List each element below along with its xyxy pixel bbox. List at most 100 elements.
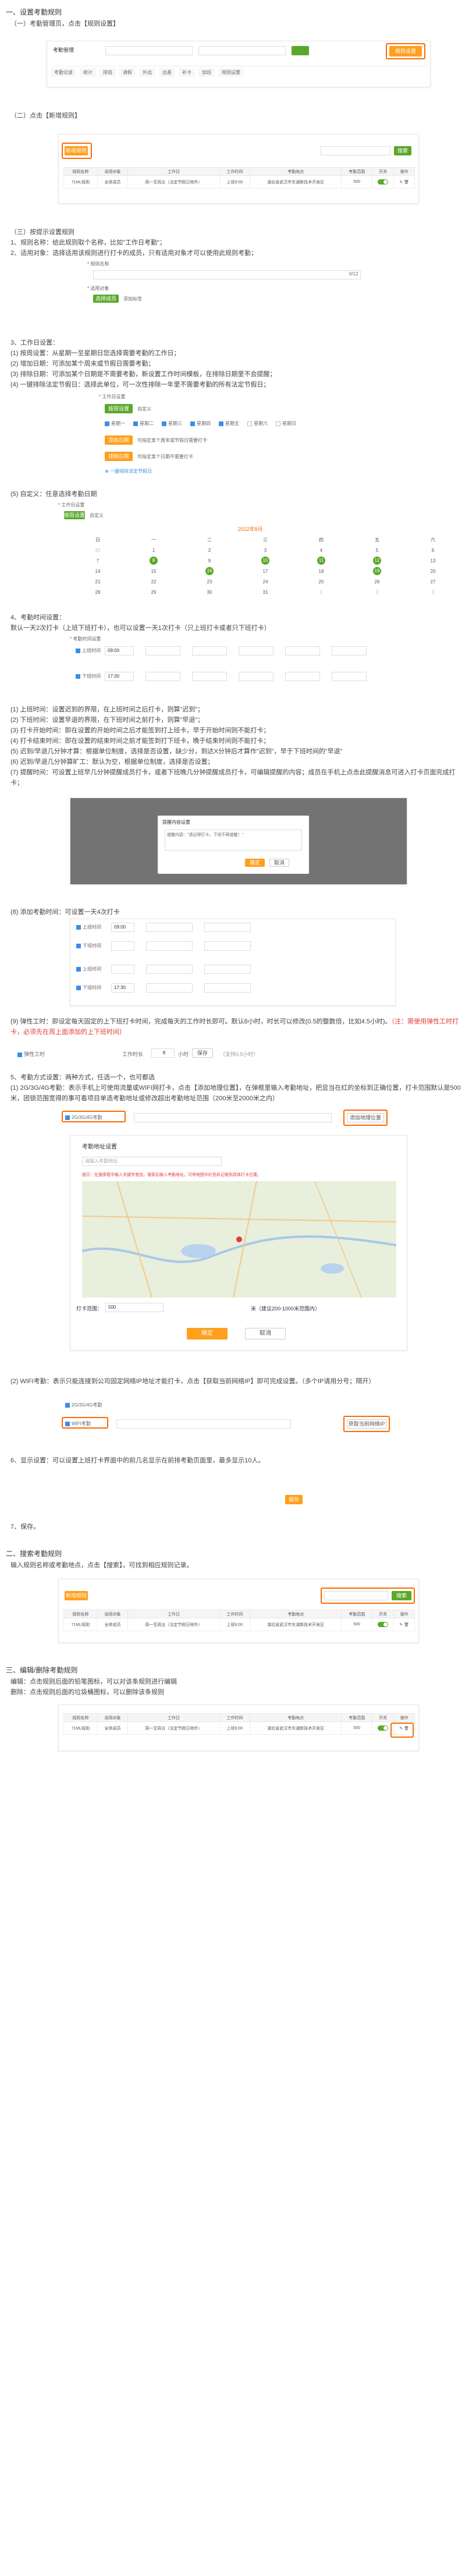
map-canvas[interactable]: [82, 1181, 396, 1298]
calendar-day[interactable]: 10: [237, 555, 293, 566]
map-address-input[interactable]: 请输入考勤地址: [82, 1157, 222, 1166]
calendar-day[interactable]: 17: [237, 566, 293, 576]
off-end-input[interactable]: [192, 672, 227, 681]
nav-date-field[interactable]: [198, 46, 286, 55]
four-on-1-start[interactable]: [146, 923, 193, 932]
four-on-1-time[interactable]: 09:00: [111, 923, 134, 932]
trash-icon[interactable]: 🗑: [404, 1623, 409, 1627]
map-cancel-button[interactable]: 取消: [245, 1328, 286, 1340]
four-off-2-end[interactable]: [204, 983, 251, 993]
edit-icon[interactable]: ✎: [399, 180, 403, 185]
four-on-2-time[interactable]: [111, 965, 134, 974]
calendar-day[interactable]: 15: [126, 566, 182, 576]
wifi-input[interactable]: [116, 1419, 291, 1429]
calendar-day[interactable]: 31: [237, 587, 293, 597]
calendar-day[interactable]: 19: [349, 566, 405, 576]
add-date-button[interactable]: 添加日期: [105, 435, 133, 445]
calendar-day[interactable]: 31: [70, 545, 126, 555]
enable-toggle[interactable]: [378, 1725, 389, 1731]
four-off-2-time[interactable]: 17:30: [111, 983, 134, 993]
calendar-day[interactable]: 25: [293, 576, 349, 587]
flex-checkbox[interactable]: 弹性工时: [17, 1050, 45, 1058]
loc-input[interactable]: [134, 1113, 332, 1122]
custom-tab-custom[interactable]: 自定义: [90, 512, 104, 519]
calendar-day[interactable]: 13: [405, 555, 461, 566]
rule-search-button[interactable]: 搜索: [394, 146, 411, 155]
four-on-2-end[interactable]: [204, 965, 251, 974]
tab-overtime[interactable]: 加班: [198, 68, 215, 77]
range-input[interactable]: 500: [105, 1303, 164, 1312]
on-remind-input[interactable]: [332, 646, 367, 655]
calendar-day[interactable]: 27: [405, 576, 461, 587]
rule-search-field[interactable]: [321, 146, 390, 155]
calendar-day[interactable]: 28: [70, 587, 126, 597]
tab-out[interactable]: 外出: [139, 68, 155, 77]
off-remind-input[interactable]: [332, 672, 367, 681]
calendar-day[interactable]: 3: [237, 545, 293, 555]
day-tue[interactable]: 星期二: [133, 420, 154, 427]
on-start-input[interactable]: [145, 646, 180, 655]
day-fri[interactable]: 星期五: [219, 420, 239, 427]
off-time-input[interactable]: 17:30: [105, 672, 134, 681]
exclude-holiday-link[interactable]: ⊕ 一键排除法定节假日: [105, 468, 152, 474]
on-end-input[interactable]: [192, 646, 227, 655]
day-sun[interactable]: 星期日: [276, 420, 296, 427]
calendar-day[interactable]: 22: [126, 576, 182, 587]
calendar-day[interactable]: 5: [349, 545, 405, 555]
calendar-day[interactable]: 3: [405, 587, 461, 597]
tab-leave[interactable]: 请假: [119, 68, 136, 77]
calendar-day[interactable]: 7: [70, 555, 126, 566]
calendar-day[interactable]: 18: [293, 566, 349, 576]
calendar-day[interactable]: 21: [70, 576, 126, 587]
day-wed[interactable]: 星期三: [162, 420, 182, 427]
off-absent-input[interactable]: [285, 672, 320, 681]
enable-toggle[interactable]: [378, 1622, 389, 1627]
flex-hours-input[interactable]: 8: [151, 1048, 175, 1058]
day-sat[interactable]: 星期六: [247, 420, 268, 427]
flex-save-button[interactable]: 保存: [192, 1048, 213, 1058]
add-tag-link[interactable]: 添加标签: [123, 296, 142, 302]
four-off-1-start[interactable]: [146, 941, 193, 951]
tab-makeup[interactable]: 补卡: [179, 68, 195, 77]
calendar-day[interactable]: 6: [405, 545, 461, 555]
on-time-input[interactable]: 09:00: [105, 646, 134, 655]
calendar-day[interactable]: 14: [70, 566, 126, 576]
calendar-day[interactable]: 16: [182, 566, 237, 576]
nav-search-field[interactable]: [105, 46, 193, 55]
tab-trip[interactable]: 出差: [159, 68, 175, 77]
calendar-day[interactable]: 29: [126, 587, 182, 597]
calendar-day[interactable]: 23: [182, 576, 237, 587]
calendar-day[interactable]: 1: [293, 587, 349, 597]
exclude-date-button[interactable]: 排除日期: [105, 452, 133, 461]
off-early-input[interactable]: [239, 672, 273, 681]
calendar-day[interactable]: 8: [126, 555, 182, 566]
calendar-day[interactable]: 2: [349, 587, 405, 597]
dialog-cancel-button[interactable]: 取消: [269, 859, 289, 867]
tab-custom[interactable]: 自定义: [137, 406, 151, 412]
edit-icon[interactable]: ✎: [399, 1623, 403, 1627]
dialog-textarea[interactable]: 提醒内容："请记得打卡，下班不再提醒！": [165, 830, 302, 851]
tab-rules[interactable]: 规则设置: [218, 68, 244, 77]
day-mon[interactable]: 星期一: [105, 420, 125, 427]
rule-name-input[interactable]: [93, 270, 361, 279]
four-on-1-end[interactable]: [204, 923, 251, 932]
calendar-day[interactable]: 26: [349, 576, 405, 587]
tab-by-week[interactable]: 按周设置: [105, 404, 133, 413]
calendar-day[interactable]: 11: [293, 555, 349, 566]
trash-icon[interactable]: 🗑: [404, 180, 409, 185]
off-start-input[interactable]: [145, 672, 180, 681]
search-shot-add-button[interactable]: 新增规则: [65, 1591, 88, 1600]
tab-schedule[interactable]: 排班: [100, 68, 116, 77]
four-on-2-start[interactable]: [146, 965, 193, 974]
nav-query-button[interactable]: [292, 46, 309, 55]
calendar-day[interactable]: 20: [405, 566, 461, 576]
select-member-button[interactable]: 选择成员: [93, 295, 119, 303]
save-button[interactable]: 保存: [285, 1495, 303, 1504]
calendar-day[interactable]: 2: [182, 545, 237, 555]
four-off-1-time[interactable]: [111, 941, 134, 951]
calendar-day[interactable]: 9: [182, 555, 237, 566]
calendar-day[interactable]: 24: [237, 576, 293, 587]
tab-stats[interactable]: 统计: [80, 68, 96, 77]
map-ok-button[interactable]: 确定: [187, 1328, 228, 1340]
on-absent-input[interactable]: [285, 646, 320, 655]
